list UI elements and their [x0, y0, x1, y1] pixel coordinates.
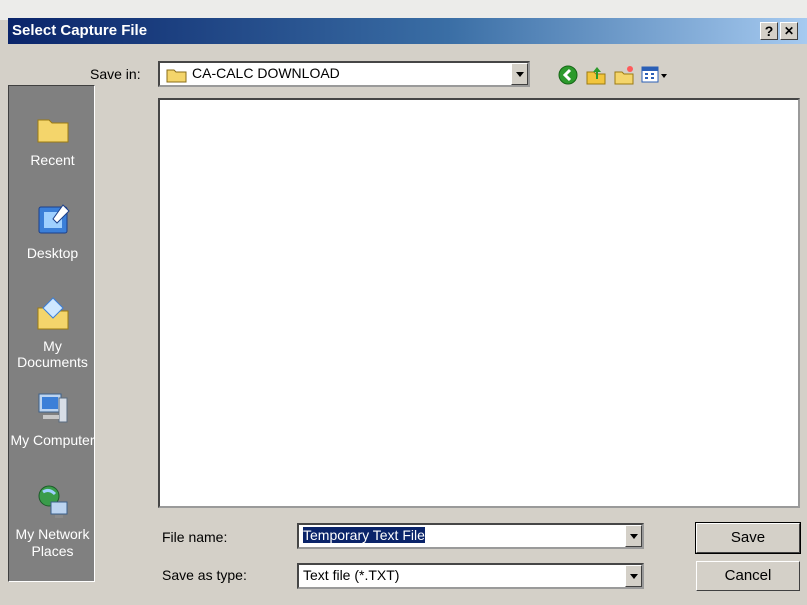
save-in-arrow[interactable]	[511, 63, 528, 85]
file-name-arrow[interactable]	[625, 525, 642, 547]
place-network-label: My Network Places	[15, 526, 90, 559]
background-strip	[0, 0, 807, 20]
save-in-dropdown[interactable]: CA-CALC DOWNLOAD	[158, 61, 530, 87]
save-button[interactable]: Save	[695, 522, 801, 554]
title-bar: Select Capture File ? ✕	[8, 18, 807, 44]
file-name-label: File name:	[162, 529, 228, 545]
save-in-label: Save in:	[90, 66, 141, 82]
save-as-type-label: Save as type:	[162, 567, 247, 583]
file-name-value: Temporary Text File	[303, 527, 425, 543]
place-my-documents-label: My Documents	[17, 338, 88, 370]
save-in-value: CA-CALC DOWNLOAD	[192, 65, 340, 81]
close-button[interactable]: ✕	[780, 22, 798, 40]
my-computer-icon	[38, 393, 67, 423]
place-recent-label: Recent	[30, 152, 75, 168]
place-my-computer-label: My Computer	[10, 432, 95, 448]
save-dialog: Select Capture File ? ✕ Save in: CA-CALC…	[8, 18, 807, 605]
place-my-documents[interactable]: My Documents	[9, 294, 96, 370]
place-desktop-label: Desktop	[26, 245, 79, 261]
save-as-type-value: Text file (*.TXT)	[303, 567, 400, 583]
save-as-type-arrow[interactable]	[625, 565, 642, 587]
desktop-icon	[38, 204, 70, 234]
save-as-type-dropdown[interactable]: Text file (*.TXT)	[297, 563, 644, 589]
file-name-input[interactable]: Temporary Text File	[297, 523, 644, 549]
cancel-button[interactable]: Cancel	[696, 561, 800, 591]
view-menu-icon[interactable]	[640, 63, 670, 87]
place-desktop[interactable]: Desktop	[9, 201, 96, 261]
place-network[interactable]: My Network Places	[9, 482, 96, 560]
place-recent[interactable]: Recent	[9, 108, 96, 168]
up-folder-icon[interactable]	[584, 63, 608, 87]
folder-icon	[166, 69, 187, 83]
back-icon[interactable]	[556, 63, 580, 87]
new-folder-icon[interactable]	[612, 63, 636, 87]
dialog-title: Select Capture File	[12, 22, 148, 39]
my-documents-icon	[37, 297, 68, 330]
place-my-computer[interactable]: My Computer	[9, 388, 96, 448]
file-list[interactable]	[158, 98, 800, 508]
help-button[interactable]: ?	[760, 22, 778, 40]
network-icon	[38, 485, 67, 518]
recent-icon	[37, 119, 68, 143]
places-bar: Recent Desktop My Documents My Computer …	[8, 85, 95, 582]
